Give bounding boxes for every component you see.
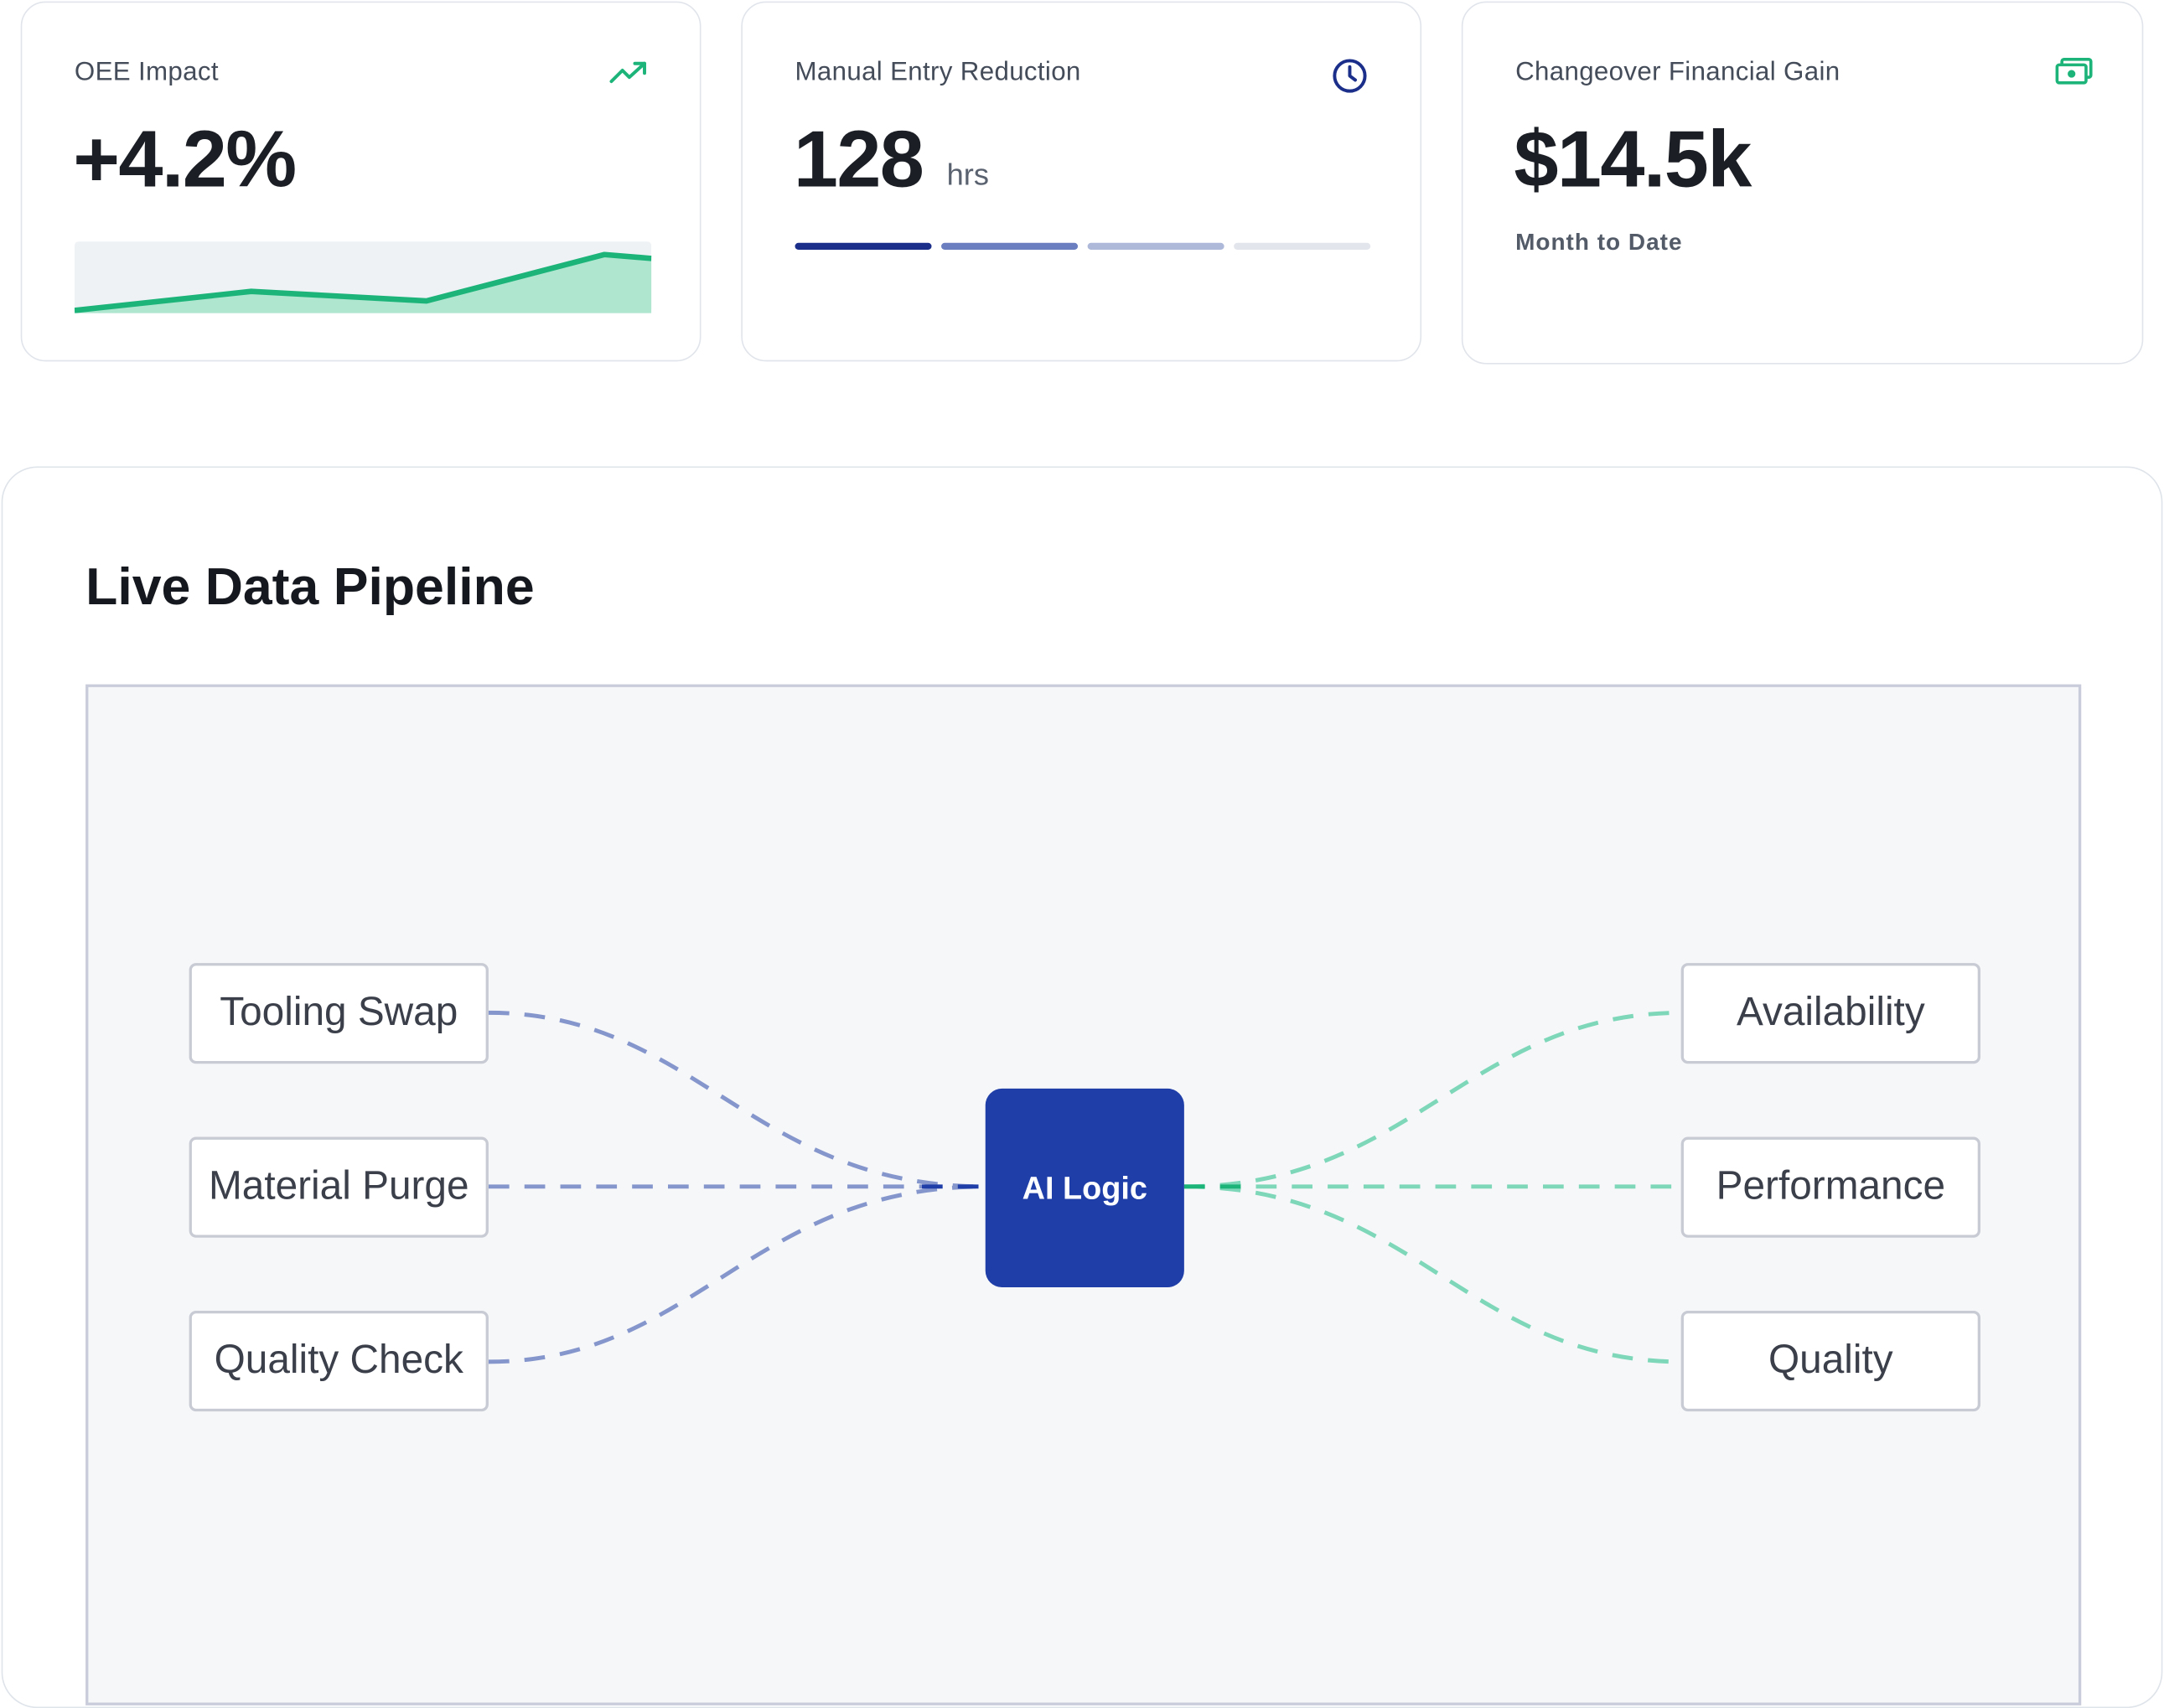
- cash-icon: [2055, 57, 2093, 85]
- wire-tooling-swap: [488, 1010, 986, 1189]
- changeover-value: $14.5k: [1514, 114, 1752, 204]
- oee-value: +4.2%: [73, 114, 297, 204]
- oee-impact-card[interactable]: OEE Impact +4.2%: [20, 1, 701, 362]
- panel-title: Live Data Pipeline: [85, 558, 535, 617]
- pipeline-canvas: Tooling Swap Material Purge Quality Chec…: [85, 684, 2082, 1705]
- progress-segment-2: [941, 242, 1079, 250]
- progress-segment-3: [1087, 242, 1224, 250]
- input-node-material-purge[interactable]: Material Purge: [189, 1136, 489, 1238]
- dashboard: OEE Impact +4.2% Manual Entry Reduction …: [0, 0, 2164, 1708]
- output-node-availability[interactable]: Availability: [1680, 963, 1981, 1064]
- progress-segment-4: [1234, 242, 1371, 250]
- changeover-subtext: Month to Date: [1515, 229, 1683, 256]
- wire-quality: [1183, 1184, 1683, 1364]
- clock-icon: [1333, 59, 1367, 93]
- manual-entry-card[interactable]: Manual Entry Reduction 128 hrs: [741, 1, 1422, 362]
- ai-logic-hub[interactable]: AI Logic: [985, 1088, 1184, 1287]
- output-node-quality[interactable]: Quality: [1680, 1310, 1981, 1412]
- card-label: Changeover Financial Gain: [1515, 58, 1840, 87]
- live-data-pipeline-panel: Live Data Pipeline Tooling Swap Material…: [1, 466, 2163, 1708]
- card-label: OEE Impact: [74, 58, 219, 87]
- trending-up-icon: [609, 61, 646, 84]
- oee-sparkline: [74, 241, 652, 313]
- changeover-gain-card[interactable]: Changeover Financial Gain $14.5k Month t…: [1461, 1, 2144, 365]
- progress-segment-1: [795, 242, 932, 250]
- input-node-tooling-swap[interactable]: Tooling Swap: [189, 963, 489, 1064]
- wire-quality-check: [488, 1184, 986, 1364]
- manual-unit: hrs: [946, 157, 989, 192]
- card-label: Manual Entry Reduction: [795, 58, 1081, 87]
- manual-value: 128: [793, 114, 924, 204]
- input-node-quality-check[interactable]: Quality Check: [189, 1310, 489, 1412]
- wire-availability: [1183, 1010, 1683, 1189]
- output-node-performance[interactable]: Performance: [1680, 1136, 1981, 1238]
